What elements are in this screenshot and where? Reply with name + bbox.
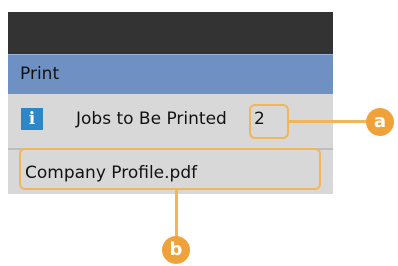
title-bar: Print [8,54,333,94]
callout-line-a [289,120,372,123]
jobs-count-highlight [249,104,289,139]
info-icon: i [21,108,43,130]
screen-title: Print [20,64,60,84]
file-name-highlight [19,148,321,190]
callout-badge-b: b [162,236,190,264]
jobs-to-be-printed-label: Jobs to Be Printed [76,109,227,129]
callout-line-b [175,190,178,242]
callout-badge-a: a [366,108,394,136]
